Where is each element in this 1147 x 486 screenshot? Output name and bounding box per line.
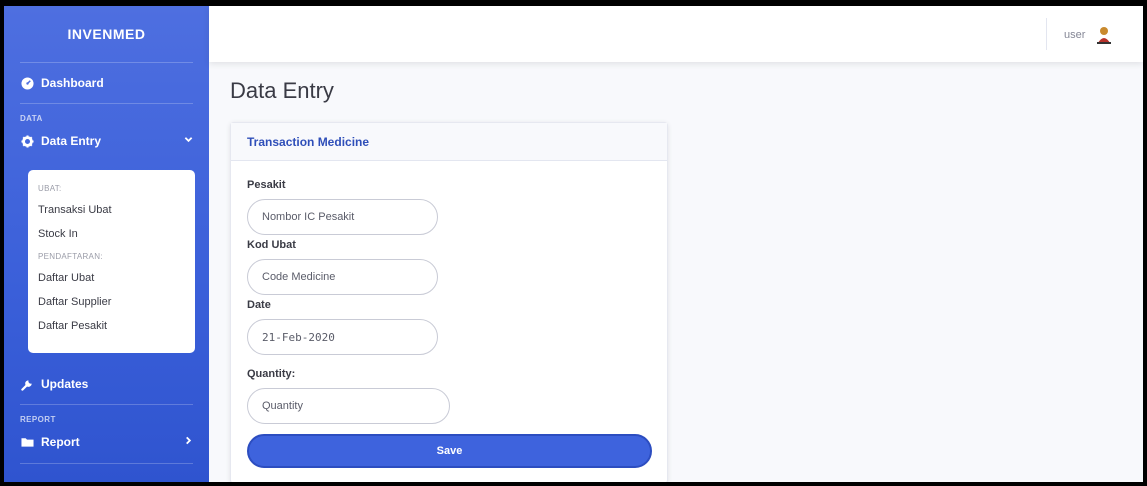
user-avatar-icon [1093,24,1115,46]
submenu-heading-ubat: UBAT: [38,183,62,193]
brand-logo[interactable]: INVENMED [4,6,209,62]
sidebar-item-label: Updates [41,377,89,391]
date-label: Date [247,299,271,311]
quantity-label: Quantity: [247,368,296,380]
sidebar-item-dashboard[interactable]: Dashboard [4,63,209,103]
pesakit-label: Pesakit [247,179,286,191]
sidebar-lower: Updates REPORT Report [4,364,209,464]
topbar: user [209,6,1143,62]
save-button[interactable]: Save [247,434,652,468]
wrench-icon [20,377,34,391]
sidebar: INVENMED Dashboard DATA Data Entry UBAT:… [4,6,209,482]
submenu-item-daftar-ubat[interactable]: Daftar Ubat [28,266,195,290]
gear-icon [20,134,34,148]
sidebar-divider [20,463,193,464]
submenu-item-daftar-supplier[interactable]: Daftar Supplier [28,290,195,314]
sidebar-item-data-entry[interactable]: Data Entry [4,126,209,156]
chevron-down-icon [184,135,193,147]
date-input[interactable]: 21-Feb-2020 [247,319,438,355]
submenu-item-stock-in[interactable]: Stock In [28,222,195,246]
tachometer-icon [20,76,34,90]
user-name: user [1064,29,1086,41]
sidebar-item-updates[interactable]: Updates [4,364,209,404]
transaction-card: Transaction Medicine Pesakit Nombor IC P… [230,122,668,482]
user-menu[interactable]: user [1064,24,1115,46]
topbar-divider [1046,18,1047,50]
submenu-item-transaksi-ubat[interactable]: Transaksi Ubat [28,198,195,222]
sidebar-heading-report: REPORT [20,415,56,424]
sidebar-item-label: Dashboard [41,76,104,90]
sidebar-item-label: Report [41,435,80,449]
chevron-right-icon [184,436,193,448]
pesakit-input[interactable]: Nombor IC Pesakit [247,199,438,235]
page-title: Data Entry [230,78,334,103]
card-title: Transaction Medicine [231,123,667,161]
sidebar-item-label: Data Entry [41,134,102,148]
kod-ubat-label: Kod Ubat [247,239,296,251]
sidebar-heading-data: DATA [20,114,43,123]
data-entry-submenu: UBAT: Transaksi Ubat Stock In PENDAFTARA… [28,170,195,353]
app-window: INVENMED Dashboard DATA Data Entry UBAT:… [4,6,1143,482]
submenu-item-daftar-pesakit[interactable]: Daftar Pesakit [28,314,195,338]
submenu-heading-pendaftaran: PENDAFTARAN: [38,251,103,261]
sidebar-item-report[interactable]: Report [4,427,209,457]
quantity-input[interactable]: Quantity [247,388,450,424]
kod-ubat-input[interactable]: Code Medicine [247,259,438,295]
folder-icon [20,435,34,449]
